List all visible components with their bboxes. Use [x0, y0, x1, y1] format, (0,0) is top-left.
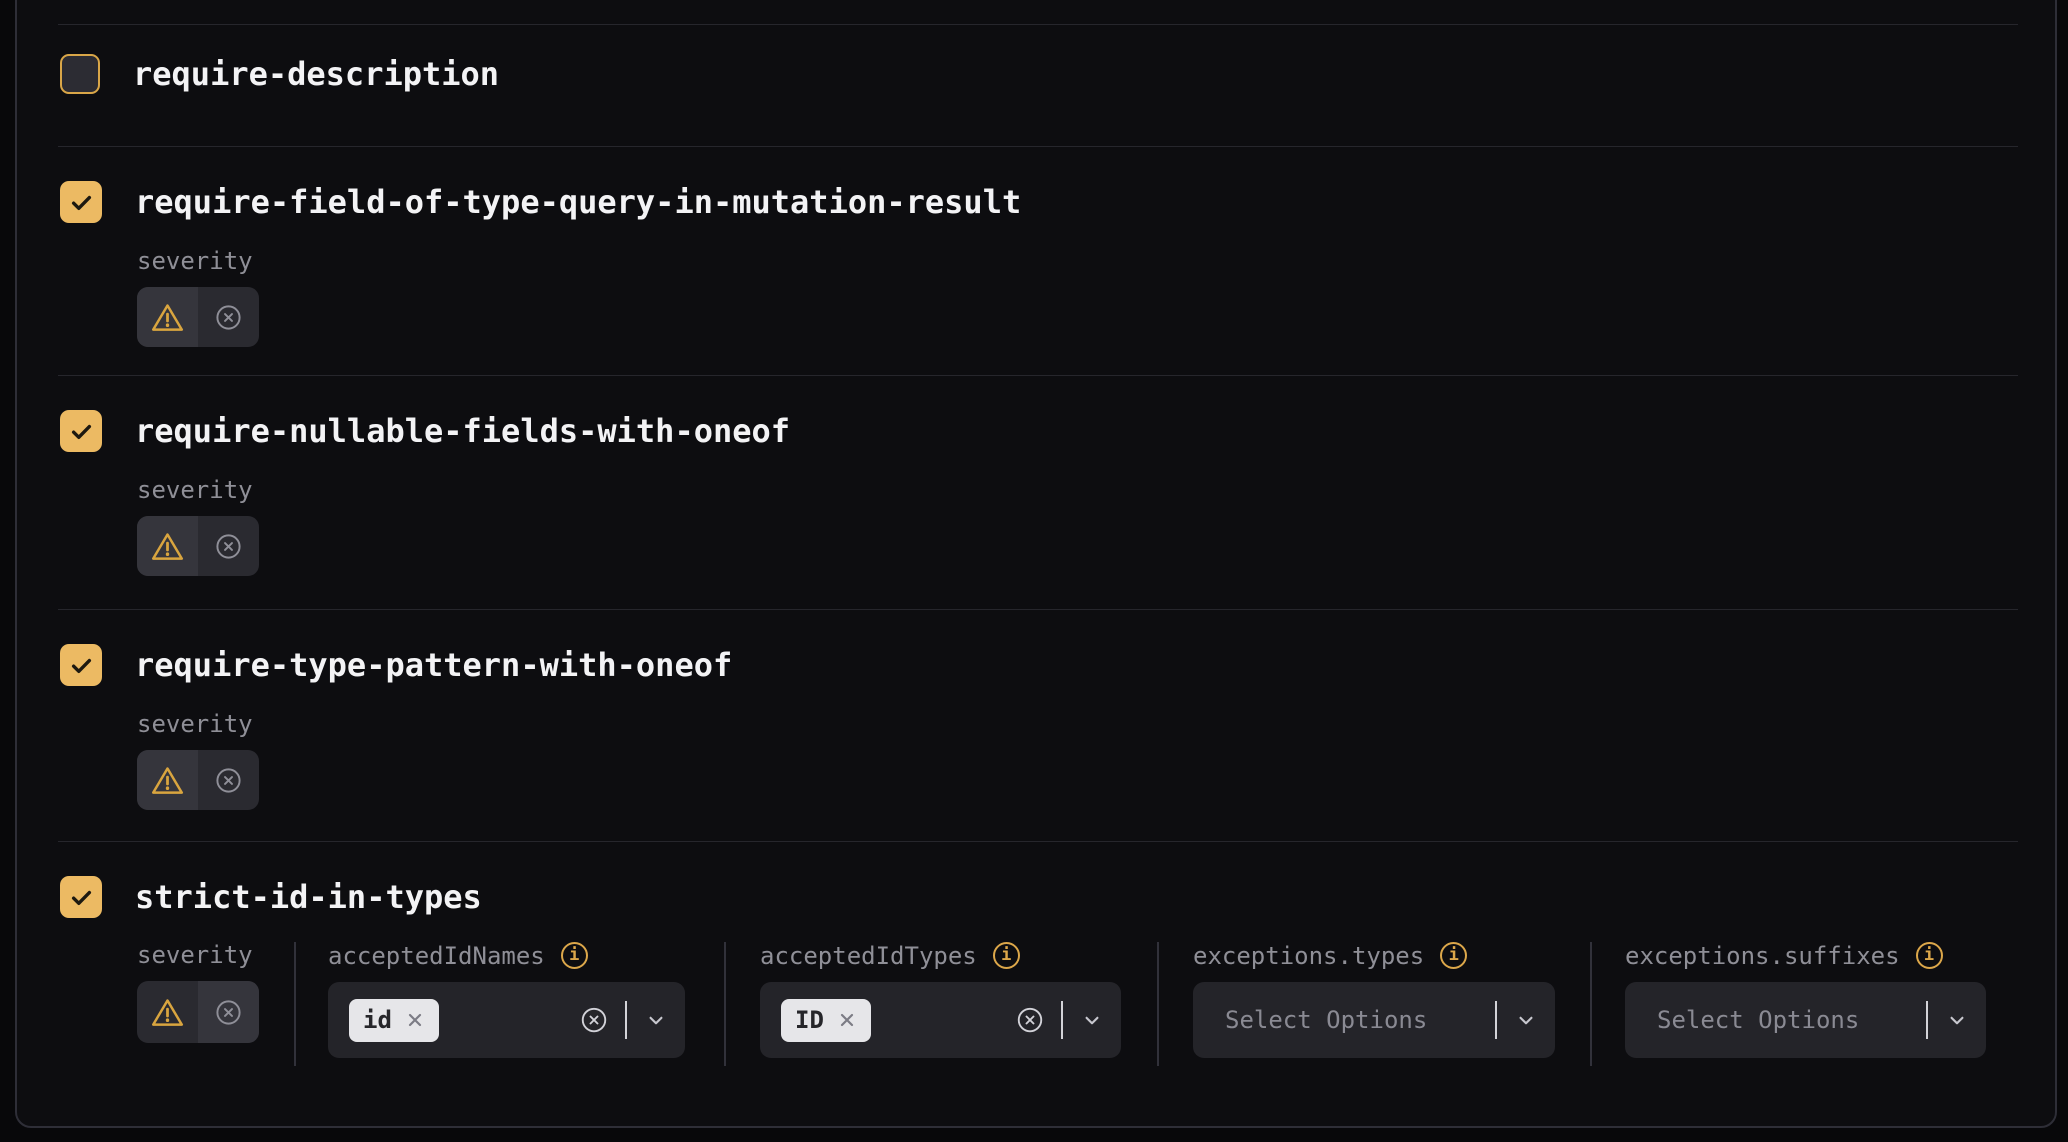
exceptions-suffixes-label: exceptions.suffixes — [1625, 943, 1900, 969]
tag-label: id — [363, 1008, 392, 1032]
top-spacer — [58, 0, 2018, 24]
severity-off-button[interactable] — [198, 981, 259, 1043]
severity-label: severity — [137, 477, 2018, 503]
circle-x-icon — [213, 302, 244, 333]
chevron-down-icon[interactable] — [1944, 1007, 1970, 1033]
exceptions-types-label: exceptions.types — [1193, 943, 1424, 969]
clear-all-icon[interactable] — [1015, 1005, 1045, 1035]
circle-x-icon — [213, 765, 244, 796]
rule-checkbox[interactable] — [60, 876, 102, 918]
warning-triangle-icon — [150, 529, 185, 564]
rule-title: require-type-pattern-with-oneof — [135, 644, 732, 686]
rule-checkbox[interactable] — [60, 410, 102, 452]
acceptedIdNames-label: acceptedIdNames — [328, 943, 545, 969]
check-mark-icon — [68, 418, 95, 445]
severity-label: severity — [137, 711, 2018, 737]
column-divider — [1157, 942, 1159, 1066]
x-mark-icon[interactable] — [837, 1010, 857, 1030]
rule-row-require-type-pattern-with-oneof: require-type-pattern-with-oneof severity — [58, 609, 2018, 841]
acceptedIdTypes-multiselect[interactable]: ID — [760, 982, 1121, 1058]
severity-off-button[interactable] — [198, 516, 259, 576]
tag-label: ID — [795, 1008, 824, 1032]
severity-off-button[interactable] — [198, 287, 259, 347]
info-icon[interactable] — [561, 942, 588, 969]
select-separator — [625, 1001, 627, 1039]
select-separator — [1495, 1001, 1497, 1039]
rules-list: require-description require-field-of-typ… — [17, 0, 2055, 1128]
rule-row-strict-id-in-types: strict-id-in-types severity — [58, 841, 2018, 1128]
rule-checkbox[interactable] — [60, 644, 102, 686]
select-placeholder: Select Options — [1657, 1006, 1859, 1034]
column-divider — [294, 942, 296, 1066]
circle-x-icon — [213, 997, 244, 1028]
severity-warn-button[interactable] — [137, 287, 198, 347]
acceptedIdTypes-label: acceptedIdTypes — [760, 943, 977, 969]
clear-all-icon[interactable] — [579, 1005, 609, 1035]
rules-panel: require-description require-field-of-typ… — [15, 0, 2057, 1128]
strict-id-options-row: severity — [137, 942, 2018, 1066]
chevron-down-icon[interactable] — [1079, 1007, 1105, 1033]
exceptions-suffixes-column: exceptions.suffixes Select Options — [1625, 942, 1986, 1066]
severity-label: severity — [137, 248, 2018, 274]
severity-warn-button[interactable] — [137, 750, 198, 810]
exceptions-types-column: exceptions.types Select Options — [1193, 942, 1555, 1066]
exceptions-types-multiselect[interactable]: Select Options — [1193, 982, 1555, 1058]
select-separator — [1926, 1001, 1928, 1039]
acceptedIdNames-column: acceptedIdNames id — [328, 942, 685, 1066]
severity-off-button[interactable] — [198, 750, 259, 810]
rule-title: require-field-of-type-query-in-mutation-… — [135, 181, 1021, 223]
rule-checkbox[interactable] — [60, 54, 100, 94]
tag-chip: id — [349, 999, 439, 1042]
rule-row-require-description: require-description — [58, 24, 2018, 146]
rule-checkbox[interactable] — [60, 181, 102, 223]
select-placeholder: Select Options — [1225, 1006, 1427, 1034]
exceptions-suffixes-multiselect[interactable]: Select Options — [1625, 982, 1986, 1058]
chevron-down-icon[interactable] — [1513, 1007, 1539, 1033]
severity-toggle — [137, 287, 259, 347]
acceptedIdTypes-column: acceptedIdTypes ID — [760, 942, 1121, 1066]
rule-title: strict-id-in-types — [135, 876, 482, 918]
rule-title: require-nullable-fields-with-oneof — [135, 410, 790, 452]
info-icon[interactable] — [993, 942, 1020, 969]
severity-warn-button[interactable] — [137, 981, 198, 1043]
warning-triangle-icon — [150, 763, 185, 798]
circle-x-icon — [213, 531, 244, 562]
severity-label: severity — [137, 942, 259, 968]
column-divider — [724, 942, 726, 1066]
warning-triangle-icon — [150, 300, 185, 335]
info-icon[interactable] — [1916, 942, 1943, 969]
check-mark-icon — [68, 652, 95, 679]
rule-row-require-field-of-type-query-in-mutation-result: require-field-of-type-query-in-mutation-… — [58, 146, 2018, 375]
select-separator — [1061, 1001, 1063, 1039]
chevron-down-icon[interactable] — [643, 1007, 669, 1033]
check-mark-icon — [68, 884, 95, 911]
warning-triangle-icon — [150, 995, 185, 1030]
severity-toggle — [137, 750, 259, 810]
severity-toggle — [137, 981, 259, 1043]
x-mark-icon[interactable] — [405, 1010, 425, 1030]
severity-toggle — [137, 516, 259, 576]
check-mark-icon — [68, 189, 95, 216]
acceptedIdNames-multiselect[interactable]: id — [328, 982, 685, 1058]
tag-chip: ID — [781, 999, 871, 1042]
info-icon[interactable] — [1440, 942, 1467, 969]
rule-title: require-description — [133, 53, 499, 95]
rule-row-require-nullable-fields-with-oneof: require-nullable-fields-with-oneof sever… — [58, 375, 2018, 609]
column-divider — [1590, 942, 1592, 1066]
severity-column: severity — [137, 942, 259, 1066]
severity-warn-button[interactable] — [137, 516, 198, 576]
